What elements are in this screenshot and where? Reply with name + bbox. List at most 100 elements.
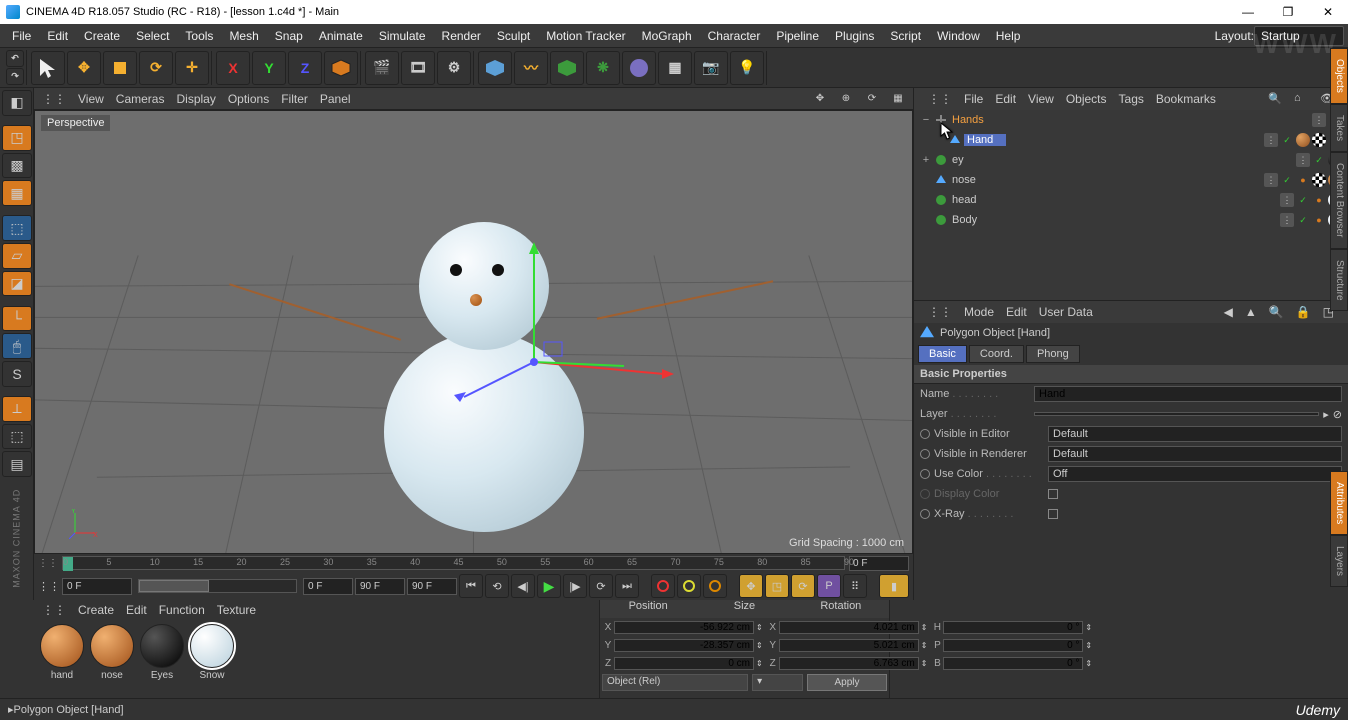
prev-frame-button[interactable]: ◀|	[511, 574, 535, 598]
axis-mode-button[interactable]: └	[2, 306, 32, 332]
om-name[interactable]: Hands	[950, 114, 992, 126]
prop-layer-field[interactable]	[1034, 412, 1319, 416]
visibility-tag[interactable]: ⋮	[1280, 193, 1294, 207]
prop-name-field[interactable]	[1034, 386, 1342, 402]
coord-field[interactable]	[779, 639, 919, 652]
material-tag[interactable]: ●	[1312, 213, 1326, 227]
tab-objects[interactable]: Objects	[1330, 48, 1348, 104]
coord-field[interactable]	[614, 621, 754, 634]
add-cube-button[interactable]	[478, 51, 512, 85]
planar-workplane-button[interactable]: ▤	[2, 451, 32, 477]
menu-animate[interactable]: Animate	[311, 24, 371, 48]
maximize-button[interactable]: ❐	[1268, 0, 1308, 24]
pos-key-button[interactable]: ✥	[739, 574, 763, 598]
menu-pipeline[interactable]: Pipeline	[768, 24, 827, 48]
snap-toggle-button[interactable]: S	[2, 361, 32, 387]
tab-layers[interactable]: Layers	[1330, 535, 1348, 587]
vis-editor-radio[interactable]	[920, 429, 930, 439]
take-button[interactable]: ▮	[879, 574, 909, 598]
om-row-hands[interactable]: −Hands⋮✓	[914, 110, 1348, 130]
menu-simulate[interactable]: Simulate	[371, 24, 434, 48]
vp-menu-view[interactable]: View	[78, 92, 104, 106]
mm-menu-create[interactable]: Create	[78, 603, 114, 617]
add-deformer-button[interactable]: ❋	[586, 51, 620, 85]
spinner-icon[interactable]: ⇕	[1083, 623, 1094, 632]
scale-key-button[interactable]: ◳	[765, 574, 789, 598]
keyframe-sel-button[interactable]	[703, 574, 727, 598]
menu-plugins[interactable]: Plugins	[827, 24, 882, 48]
menu-create[interactable]: Create	[76, 24, 128, 48]
next-frame-button[interactable]: |▶	[563, 574, 587, 598]
points-mode-button[interactable]: ⬚	[2, 215, 32, 241]
xray-radio[interactable]	[920, 509, 930, 519]
workplane-button[interactable]: ⟂	[2, 396, 32, 422]
xray-checkbox[interactable]	[1048, 509, 1058, 519]
polygons-mode-button[interactable]: ◪	[2, 271, 32, 297]
viewport-perspective[interactable]: Perspective Y X	[34, 110, 913, 554]
material-tag[interactable]: ●	[1296, 173, 1310, 187]
timeline-track[interactable]: 051015202530354045505560657075808590	[62, 556, 845, 570]
tab-attributes[interactable]: Attributes	[1330, 471, 1348, 535]
menu-character[interactable]: Character	[700, 24, 769, 48]
autokey-button[interactable]	[677, 574, 701, 598]
vp-nav-zoom-icon[interactable]: ⊕	[839, 92, 853, 106]
coord-field[interactable]	[943, 621, 1083, 634]
tab-structure[interactable]: Structure	[1330, 249, 1348, 312]
lock-x-axis[interactable]: X	[216, 51, 250, 85]
menu-mograph[interactable]: MoGraph	[634, 24, 700, 48]
tab-takes[interactable]: Takes	[1330, 104, 1348, 152]
menu-motion-tracker[interactable]: Motion Tracker	[538, 24, 633, 48]
menu-select[interactable]: Select	[128, 24, 177, 48]
menu-mesh[interactable]: Mesh	[221, 24, 266, 48]
vp-menu-filter[interactable]: Filter	[281, 92, 308, 106]
menu-sculpt[interactable]: Sculpt	[489, 24, 538, 48]
lock-y-axis[interactable]: Y	[252, 51, 286, 85]
vis-render-radio[interactable]	[920, 449, 930, 459]
om-row-ey[interactable]: +ey⋮✓	[914, 150, 1348, 170]
range-end-b-field[interactable]	[407, 578, 457, 595]
visibility-tag[interactable]: ⋮	[1280, 213, 1294, 227]
add-camera-button[interactable]: ▦	[658, 51, 692, 85]
menu-edit[interactable]: Edit	[39, 24, 76, 48]
move-tool[interactable]: ✥	[67, 51, 101, 85]
texture-mode-button[interactable]: ▩	[2, 153, 32, 179]
am-menu-mode[interactable]: Mode	[964, 305, 994, 319]
material-Snow[interactable]: Snow	[190, 624, 234, 681]
menu-file[interactable]: File	[4, 24, 39, 48]
expand-icon[interactable]: −	[920, 114, 932, 126]
om-row-hand[interactable]: Hand⋮✓●	[914, 130, 1348, 150]
enable-tag[interactable]: ✓	[1280, 173, 1294, 187]
enable-tag[interactable]: ✓	[1296, 213, 1310, 227]
am-handle-icon[interactable]: ⋮⋮	[928, 305, 952, 319]
material-tag[interactable]	[1312, 133, 1326, 147]
material-Eyes[interactable]: Eyes	[140, 624, 184, 681]
lock-z-axis[interactable]: Z	[288, 51, 322, 85]
prop-vis-editor-field[interactable]: Default	[1048, 426, 1342, 442]
material-tag[interactable]	[1296, 133, 1310, 147]
range-mid-field[interactable]	[303, 578, 353, 595]
spinner-icon[interactable]: ⇕	[754, 641, 765, 650]
live-select-tool[interactable]	[31, 51, 65, 85]
coord-field[interactable]	[943, 639, 1083, 652]
mm-handle-icon[interactable]: ⋮⋮	[42, 603, 66, 617]
pointlevel-key-button[interactable]: ⠿	[843, 574, 867, 598]
spinner-icon[interactable]: ⇕	[919, 623, 930, 632]
add-camera-icon-button[interactable]: 📷	[694, 51, 728, 85]
om-menu-edit[interactable]: Edit	[995, 92, 1016, 106]
am-back-icon[interactable]: ◀	[1224, 305, 1233, 319]
rot-key-button[interactable]: ⟳	[791, 574, 815, 598]
edges-mode-button[interactable]: ▱	[2, 243, 32, 269]
spinner-icon[interactable]: ⇕	[754, 659, 765, 668]
spinner-icon[interactable]: ⇕	[919, 659, 930, 668]
am-menu-userdata[interactable]: User Data	[1039, 305, 1093, 319]
om-row-head[interactable]: head⋮✓●	[914, 190, 1348, 210]
menu-help[interactable]: Help	[988, 24, 1029, 48]
coord-field[interactable]	[779, 657, 919, 670]
coord-field[interactable]	[614, 657, 754, 670]
prev-key-button[interactable]: ⟲	[485, 574, 509, 598]
om-name[interactable]: ey	[950, 154, 992, 166]
om-home-icon[interactable]: ⌂	[1294, 92, 1308, 106]
handle-icon[interactable]: ⋮⋮	[42, 92, 66, 106]
redo-button[interactable]: ↷	[6, 68, 24, 85]
goto-end-button[interactable]: ⏭	[615, 574, 639, 598]
